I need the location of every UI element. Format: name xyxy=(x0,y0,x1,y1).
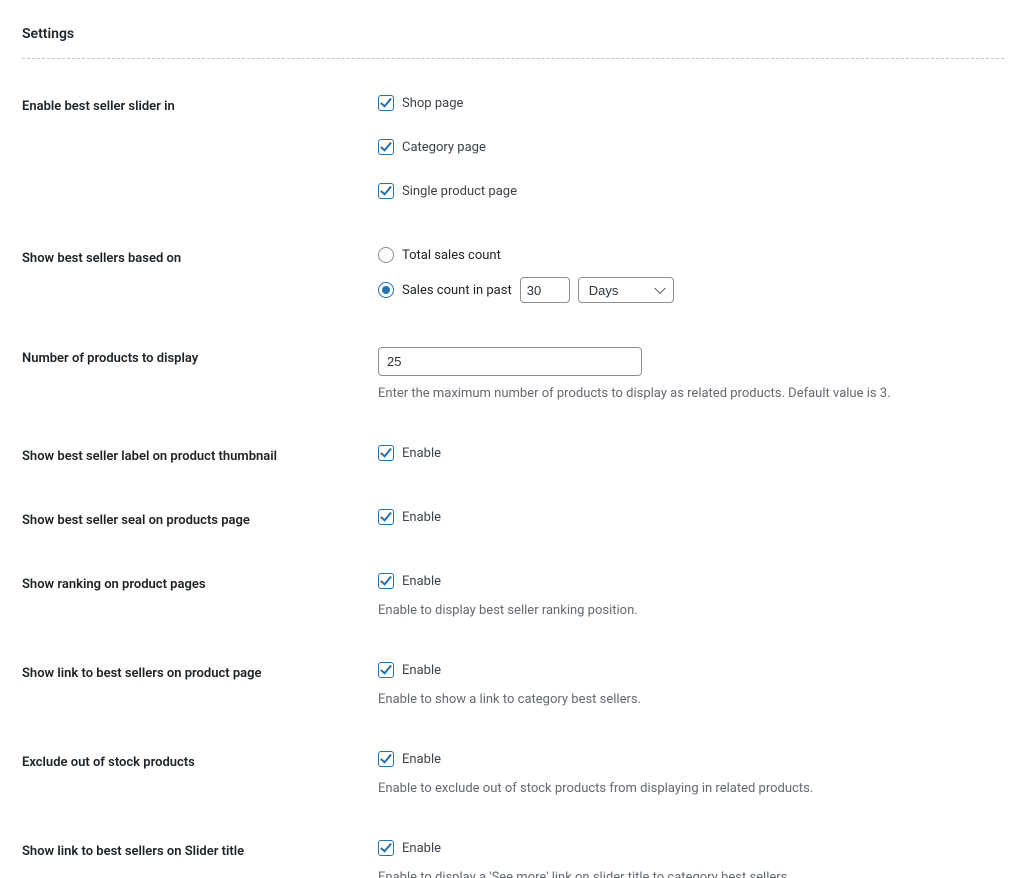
radio-total-sales-label: Total sales count xyxy=(402,248,501,263)
input-num-products[interactable] xyxy=(378,347,642,376)
settings-panel: Settings Enable best seller slider in Sh… xyxy=(0,0,1024,878)
row-based-on: Show best sellers based on Total sales c… xyxy=(22,241,1004,313)
label-link-slider-title: Show link to best sellers on Slider titl… xyxy=(22,834,378,878)
option-link-slider-title[interactable]: Enable xyxy=(378,840,441,856)
checkbox-shop-page[interactable] xyxy=(378,95,394,111)
option-exclude-oos[interactable]: Enable xyxy=(378,751,441,767)
checkbox-exclude-oos[interactable] xyxy=(378,751,394,767)
checkbox-label-thumbnail-text: Enable xyxy=(402,446,441,461)
row-enable-slider: Enable best seller slider in Shop page C… xyxy=(22,89,1004,213)
help-link-slider-title: Enable to display a 'See more' link on s… xyxy=(378,870,1004,878)
option-category-page[interactable]: Category page xyxy=(378,139,486,155)
checkbox-link-slider-title-text: Enable xyxy=(402,841,441,856)
checkbox-single-product-page[interactable] xyxy=(378,183,394,199)
enable-slider-options: Shop page Category page Single product p… xyxy=(378,95,1004,203)
help-link-product: Enable to show a link to category best s… xyxy=(378,692,1004,707)
row-label-thumbnail: Show best seller label on product thumbn… xyxy=(22,439,1004,475)
label-seal-page: Show best seller seal on products page xyxy=(22,503,378,539)
checkbox-label-thumbnail[interactable] xyxy=(378,445,394,461)
input-past-number[interactable] xyxy=(520,277,570,303)
panel-title: Settings xyxy=(22,26,1004,42)
label-ranking: Show ranking on product pages xyxy=(22,567,378,628)
checkbox-shop-page-label: Shop page xyxy=(402,96,463,111)
checkbox-link-slider-title[interactable] xyxy=(378,840,394,856)
row-link-slider-title: Show link to best sellers on Slider titl… xyxy=(22,834,1004,878)
label-link-product: Show link to best sellers on product pag… xyxy=(22,656,378,717)
checkbox-link-product-text: Enable xyxy=(402,663,441,678)
checkbox-link-product[interactable] xyxy=(378,662,394,678)
option-seal-page[interactable]: Enable xyxy=(378,509,441,525)
checkbox-seal-page[interactable] xyxy=(378,509,394,525)
label-num-products: Number of products to display xyxy=(22,341,378,411)
option-shop-page[interactable]: Shop page xyxy=(378,95,463,111)
option-single-product-page[interactable]: Single product page xyxy=(378,183,517,199)
option-link-product[interactable]: Enable xyxy=(378,662,441,678)
help-num-products: Enter the maximum number of products to … xyxy=(378,386,1004,401)
settings-table: Enable best seller slider in Shop page C… xyxy=(22,89,1004,878)
select-past-unit[interactable]: DaysWeeksMonths xyxy=(578,277,674,303)
label-based-on: Show best sellers based on xyxy=(22,241,378,313)
checkbox-exclude-oos-text: Enable xyxy=(402,752,441,767)
row-num-products: Number of products to display Enter the … xyxy=(22,341,1004,411)
help-exclude-oos: Enable to exclude out of stock products … xyxy=(378,781,1004,796)
checkbox-category-page-label: Category page xyxy=(402,140,486,155)
row-seal-page: Show best seller seal on products page E… xyxy=(22,503,1004,539)
label-thumbnail: Show best seller label on product thumbn… xyxy=(22,439,378,475)
radio-total-sales[interactable] xyxy=(378,247,394,263)
radio-sales-in-past-label: Sales count in past xyxy=(402,283,512,298)
help-ranking: Enable to display best seller ranking po… xyxy=(378,603,1004,618)
option-ranking[interactable]: Enable xyxy=(378,573,441,589)
radio-sales-in-past[interactable] xyxy=(378,282,394,298)
checkbox-single-product-page-label: Single product page xyxy=(402,184,517,199)
option-label-thumbnail[interactable]: Enable xyxy=(378,445,441,461)
section-divider xyxy=(22,58,1004,59)
checkbox-category-page[interactable] xyxy=(378,139,394,155)
label-enable-slider: Enable best seller slider in xyxy=(22,89,378,213)
select-past-unit-wrap: DaysWeeksMonths xyxy=(578,277,674,303)
row-ranking: Show ranking on product pages Enable Ena… xyxy=(22,567,1004,628)
checkbox-ranking[interactable] xyxy=(378,573,394,589)
row-exclude-oos: Exclude out of stock products Enable Ena… xyxy=(22,745,1004,806)
checkbox-seal-page-text: Enable xyxy=(402,510,441,525)
checkbox-ranking-text: Enable xyxy=(402,574,441,589)
label-exclude-oos: Exclude out of stock products xyxy=(22,745,378,806)
row-link-product: Show link to best sellers on product pag… xyxy=(22,656,1004,717)
